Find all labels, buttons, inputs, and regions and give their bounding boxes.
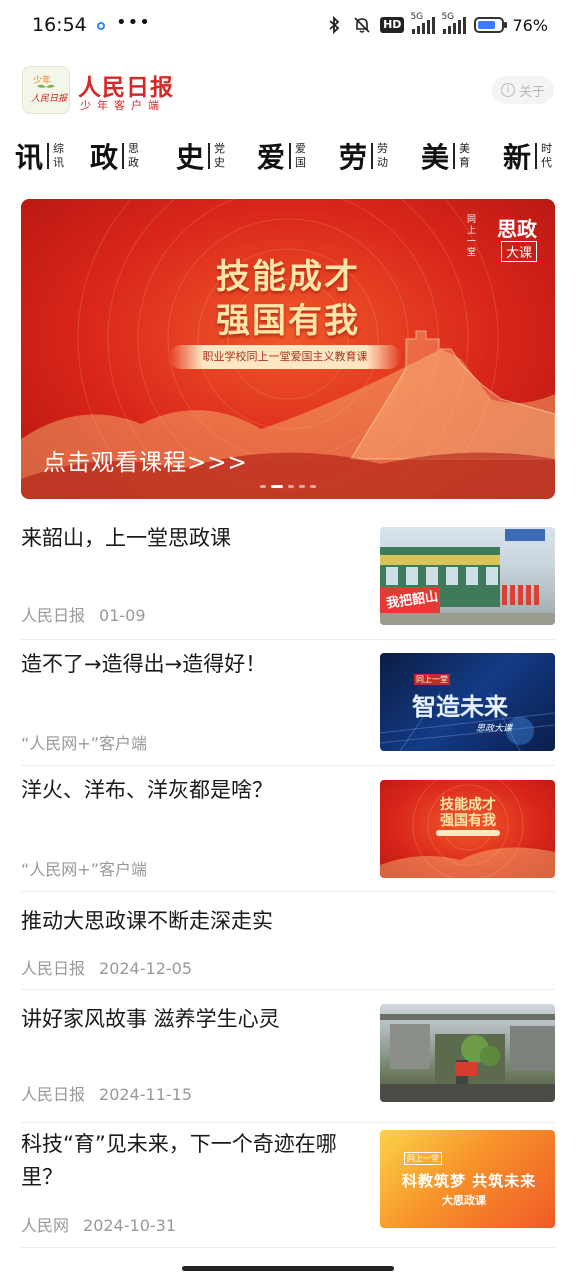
banner-carousel[interactable]: 同上一堂 思政 大课 技能成才 强国有我 职业学校同上一堂爱国主义教育课 点击观… <box>21 199 555 499</box>
status-time: 16:54 <box>32 14 87 36</box>
news-thumbnail: 同上一堂 科教筑梦 共筑未来 大思政课 <box>380 1130 555 1228</box>
news-title: 来韶山，上一堂思政课 <box>21 526 231 550</box>
carousel-dot <box>310 485 316 488</box>
news-meta: 人民网 2024-10-31 <box>21 1212 176 1236</box>
category-item-xin[interactable]: 新 时代 <box>503 136 552 176</box>
home-indicator[interactable] <box>182 1266 394 1271</box>
category-item-zheng[interactable]: 政 思政 <box>90 136 139 176</box>
category-item-shi[interactable]: 史 党史 <box>176 136 225 176</box>
watch-course-link[interactable]: 点击观看课程>>> <box>43 443 248 477</box>
banner-headline-1: 技能成才 <box>216 257 360 297</box>
category-item-lao[interactable]: 劳 劳动 <box>339 136 388 176</box>
news-thumbnail: 同上一堂 智造未来 思政大课 <box>380 653 555 751</box>
banner-ribbon: 职业学校同上一堂爱国主义教育课 <box>169 345 401 369</box>
info-icon: i <box>500 83 515 97</box>
app-notification-icon <box>97 22 105 30</box>
news-title: 造不了→造得出→造得好！ <box>21 652 267 676</box>
news-thumbnail: 技能成才 强国有我 <box>380 780 555 878</box>
news-source: 人民日报 <box>21 1085 86 1104</box>
category-item-mei[interactable]: 美 美育 <box>421 136 470 176</box>
app-header: 少年 人民日报 人民日报 少年客户端 i 关于 <box>0 60 576 120</box>
news-item[interactable]: 造不了→造得出→造得好！ “人民网+”客户端 同上一堂 智造未来 思政大课 <box>21 648 555 766</box>
news-item[interactable]: 洋火、洋布、洋灰都是啥？ “人民网+”客户端 技能成才 强国有我 <box>21 774 555 892</box>
news-thumbnail <box>380 1004 555 1102</box>
news-title: 科技“育”见未来，下一个奇迹在哪里？ <box>21 1132 337 1189</box>
more-notifications-icon: ••• <box>116 12 151 33</box>
mute-bell-icon <box>354 17 370 33</box>
news-title: 推动大思政课不断走深走实 <box>21 909 273 933</box>
bluetooth-icon <box>329 15 340 35</box>
status-bar: 16:54 ••• HD 5G 5G 76% <box>0 0 576 54</box>
category-nav: 讯 综讯 政 思政 史 党史 爱 爱国 劳 劳动 美 美育 新 时代 <box>0 132 576 184</box>
signal-icon-1: 5G <box>410 12 436 34</box>
signal-icon-2: 5G <box>441 12 467 34</box>
app-logo: 少年 人民日报 <box>22 66 70 114</box>
battery-percent: 76% <box>512 15 548 35</box>
carousel-dot <box>271 485 283 488</box>
news-meta: 人民日报 2024-11-15 <box>21 1081 192 1105</box>
news-source: 人民网 <box>21 1216 70 1235</box>
news-item[interactable]: 来韶山，上一堂思政课 人民日报 01-09 我把韶山 <box>21 522 555 640</box>
about-button[interactable]: i 关于 <box>492 76 554 104</box>
banner-headline-2: 强国有我 <box>216 301 360 341</box>
about-label: 关于 <box>518 84 545 100</box>
carousel-dot <box>299 485 305 488</box>
news-item[interactable]: 推动大思政课不断走深走实 人民日报 2024-12-05 <box>21 905 555 990</box>
news-thumbnail: 我把韶山 <box>380 527 555 625</box>
news-item[interactable]: 讲好家风故事 滋养学生心灵 人民日报 2024-11-15 <box>21 1003 555 1123</box>
news-meta: “人民网+”客户端 <box>21 856 147 880</box>
category-item-ai[interactable]: 爱 爱国 <box>257 136 306 176</box>
news-source: “人民网+”客户端 <box>21 860 147 879</box>
app-subtitle: 少年客户端 <box>80 99 165 112</box>
hd-voice-icon: HD <box>380 17 405 33</box>
news-meta: 人民日报 2024-12-05 <box>21 955 192 979</box>
news-title: 洋火、洋布、洋灰都是啥？ <box>21 778 273 802</box>
battery-icon <box>474 17 508 33</box>
news-source: 人民日报 <box>21 606 86 625</box>
news-date: 2024-12-05 <box>99 959 192 978</box>
carousel-indicator <box>21 485 555 488</box>
news-date: 2024-10-31 <box>83 1216 176 1235</box>
news-source: “人民网+”客户端 <box>21 734 147 753</box>
news-source: 人民日报 <box>21 959 86 978</box>
news-meta: “人民网+”客户端 <box>21 730 147 754</box>
news-title: 讲好家风故事 滋养学生心灵 <box>21 1007 280 1031</box>
category-item-xun[interactable]: 讯 综讯 <box>15 136 64 176</box>
news-date: 01-09 <box>99 606 146 625</box>
news-date: 2024-11-15 <box>99 1085 192 1104</box>
carousel-dot <box>288 485 294 488</box>
news-item[interactable]: 科技“育”见未来，下一个奇迹在哪里？ 人民网 2024-10-31 同上一堂 科教… <box>21 1128 555 1248</box>
carousel-dot <box>260 485 266 488</box>
news-meta: 人民日报 01-09 <box>21 602 146 626</box>
